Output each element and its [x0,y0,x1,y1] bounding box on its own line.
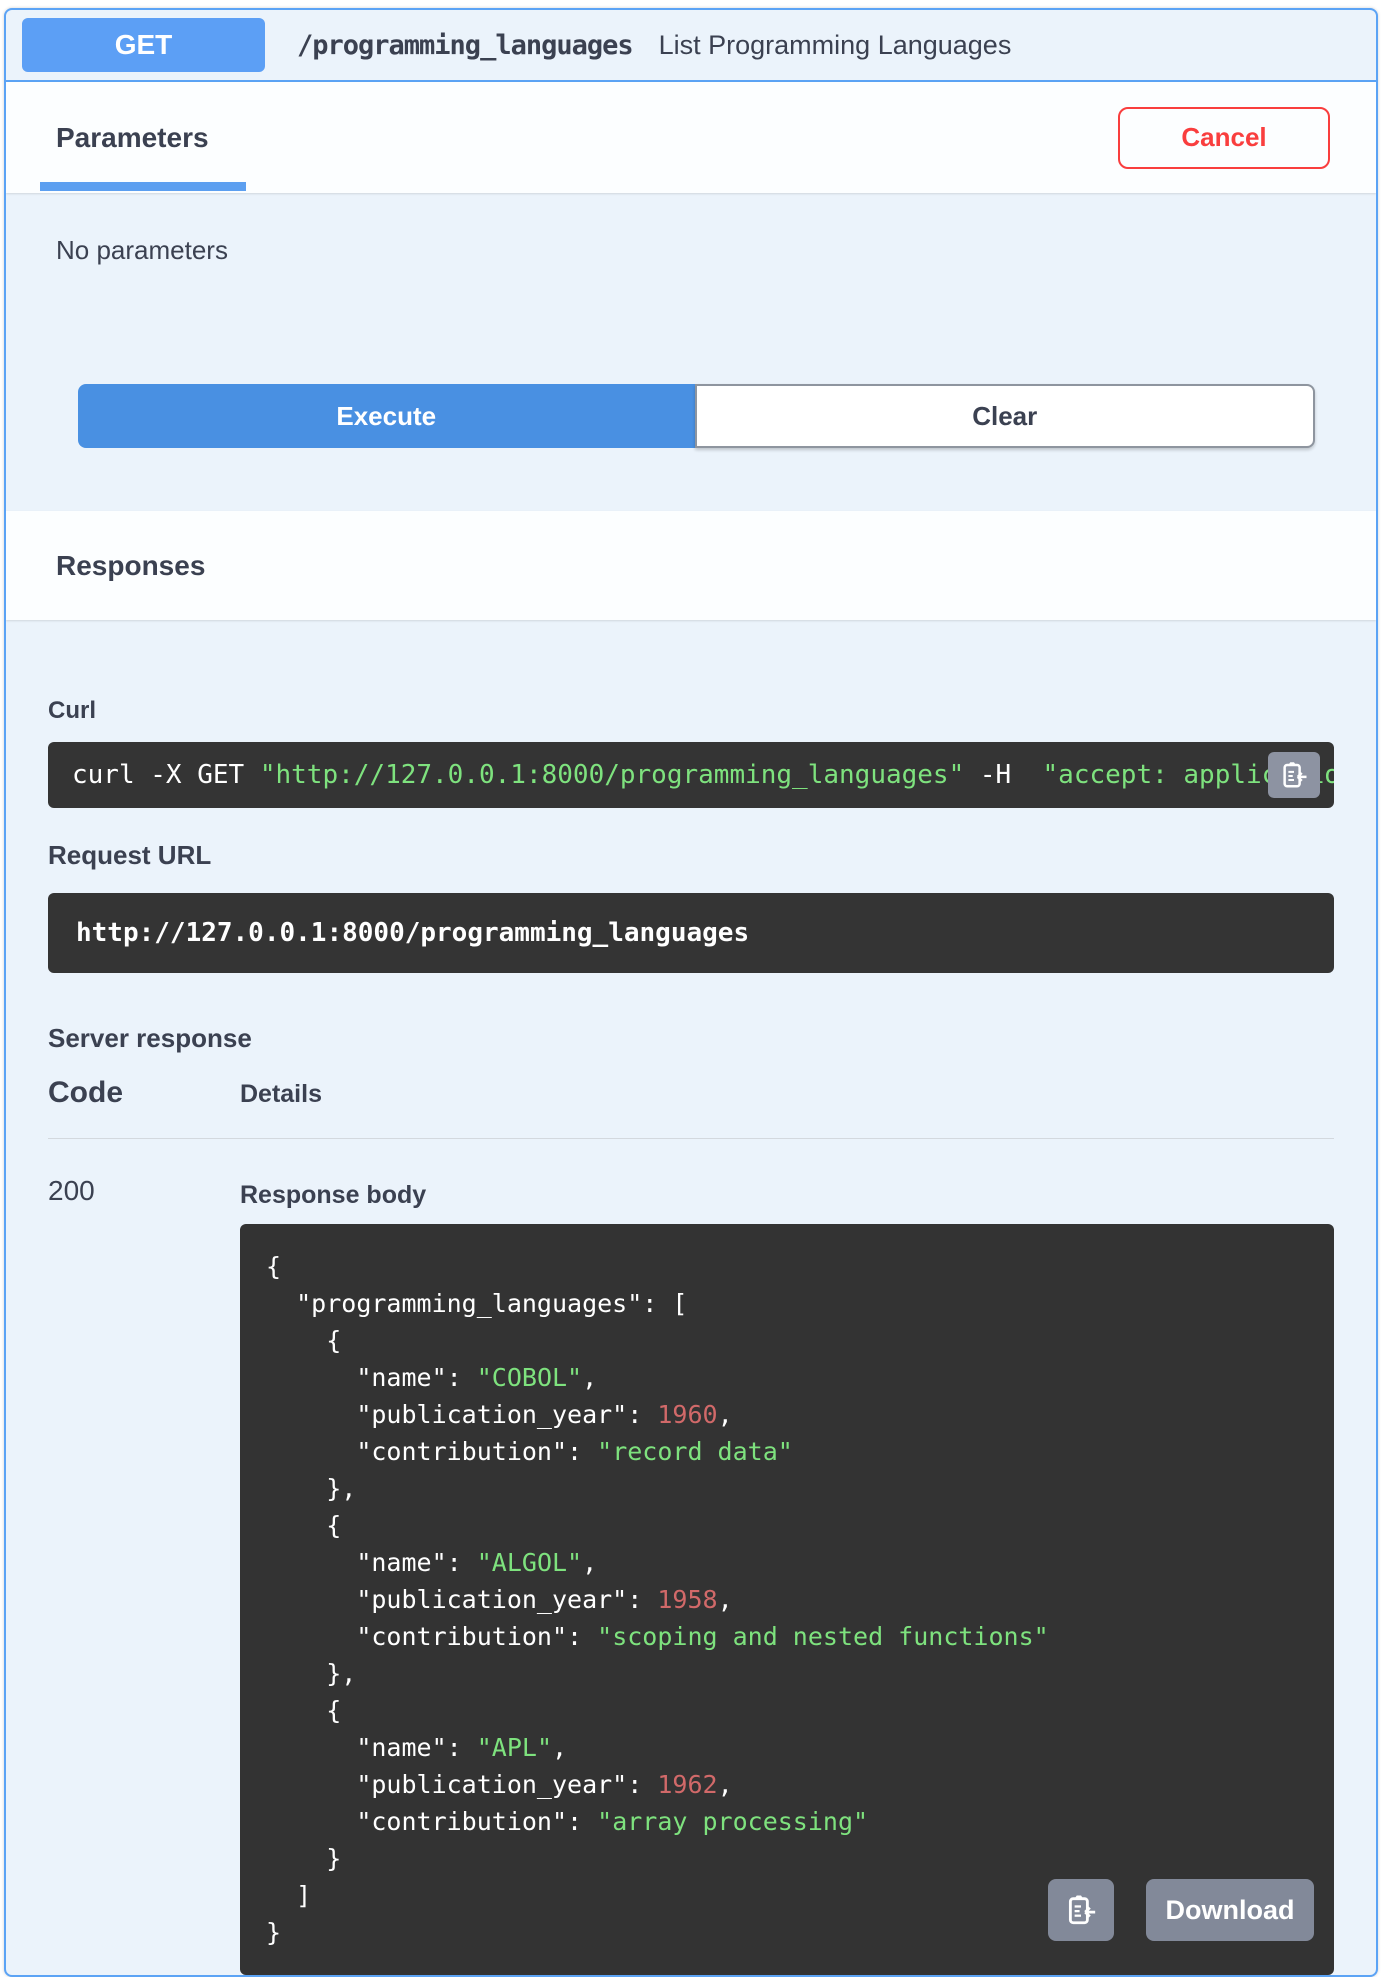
response-body-label: Response body [240,1181,427,1209]
execute-row: Execute Clear [78,384,1315,448]
response-table-divider [48,1138,1334,1139]
response-row: 200 Response body { "programming_languag… [48,1173,1334,1975]
no-parameters-message: No parameters [56,235,228,265]
download-button[interactable]: Download [1146,1879,1314,1941]
responses-title: Responses [56,549,206,581]
response-details: Response body { "programming_languages":… [240,1173,1334,1975]
copy-response-button[interactable] [1048,1879,1114,1941]
operation-block-get: GET /programming_languages List Programm… [4,8,1378,1977]
status-code: 200 [48,1175,95,1206]
parameters-header: Parameters Cancel [6,82,1376,193]
curl-bar: curl -X GET "http://127.0.0.1:8000/progr… [48,742,1334,808]
endpoint-path: /programming_languages [297,29,634,61]
clear-button[interactable]: Clear [694,384,1315,448]
response-table-header: Code Details [48,1076,1334,1110]
request-url-label: Request URL [48,840,212,870]
details-column-header: Details [240,1080,322,1108]
code-column-header: Code [48,1076,123,1109]
server-response-label: Server response [48,1023,252,1053]
request-url-value: http://127.0.0.1:8000/programming_langua… [76,918,750,948]
endpoint-summary: List Programming Languages [658,29,1012,60]
curl-label: Curl [48,697,96,724]
copy-icon [1283,762,1307,788]
execute-button[interactable]: Execute [78,384,695,448]
parameters-tab-underline [40,182,246,191]
parameters-title: Parameters [56,121,209,153]
operation-summary[interactable]: GET /programming_languages List Programm… [6,10,1376,82]
cancel-button[interactable]: Cancel [1118,106,1330,169]
copy-curl-button[interactable] [1268,752,1320,798]
response-actions: Download [1048,1879,1314,1941]
copy-icon [1068,1895,1096,1925]
curl-command: curl -X GET "http://127.0.0.1:8000/progr… [72,760,1334,790]
responses-content: Curl curl -X GET "http://127.0.0.1:8000/… [6,697,1376,1975]
request-url-bar: http://127.0.0.1:8000/programming_langua… [48,893,1334,973]
method-badge: GET [22,18,265,72]
response-body-json: { "programming_languages": [ { "name": "… [266,1252,1049,1947]
responses-header: Responses [6,511,1376,620]
response-body-block: { "programming_languages": [ { "name": "… [240,1224,1334,1975]
